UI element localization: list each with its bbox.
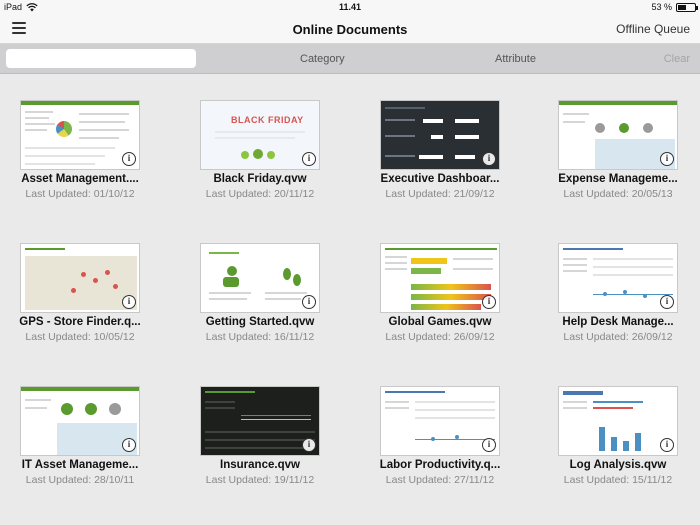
info-icon[interactable]: i xyxy=(482,438,496,452)
document-thumbnail[interactable]: i xyxy=(20,100,140,170)
document-title: Asset Management.... xyxy=(21,173,139,185)
clear-button[interactable]: Clear xyxy=(664,53,690,65)
info-icon[interactable]: i xyxy=(482,295,496,309)
status-bar: iPad 11.41 53 % xyxy=(0,0,700,16)
document-last-updated: Last Updated: 20/05/13 xyxy=(563,188,673,200)
document-thumbnail[interactable]: i xyxy=(380,243,500,313)
document-last-updated: Last Updated: 28/10/11 xyxy=(25,474,135,486)
document-last-updated: Last Updated: 21/09/12 xyxy=(385,188,495,200)
document-card[interactable]: i IT Asset Manageme... Last Updated: 28/… xyxy=(0,386,160,506)
black-friday-logo: BLACK FRIDAY xyxy=(231,115,304,125)
battery-icon xyxy=(676,2,698,12)
document-last-updated: Last Updated: 10/05/12 xyxy=(25,331,135,343)
document-thumbnail[interactable]: i xyxy=(200,243,320,313)
document-card[interactable]: BLACK FRIDAY i Black Friday.qvw Last Upd… xyxy=(180,100,340,220)
info-icon[interactable]: i xyxy=(122,295,136,309)
document-thumbnail[interactable]: BLACK FRIDAY i xyxy=(200,100,320,170)
document-card[interactable]: i Labor Productivity.q... Last Updated: … xyxy=(360,386,520,506)
document-card[interactable]: i Asset Management.... Last Updated: 01/… xyxy=(0,100,160,220)
document-thumbnail[interactable]: i xyxy=(200,386,320,456)
document-card[interactable]: i Help Desk Manage... Last Updated: 26/0… xyxy=(538,243,698,363)
info-icon[interactable]: i xyxy=(660,438,674,452)
document-card[interactable]: i Log Analysis.qvw Last Updated: 15/11/1… xyxy=(538,386,698,506)
document-last-updated: Last Updated: 27/11/12 xyxy=(385,474,495,486)
document-last-updated: Last Updated: 15/11/12 xyxy=(563,474,673,486)
info-icon[interactable]: i xyxy=(122,438,136,452)
document-last-updated: Last Updated: 19/11/12 xyxy=(205,474,315,486)
document-title: Getting Started.qvw xyxy=(205,316,315,328)
document-title: Expense Manageme... xyxy=(558,173,678,185)
info-icon[interactable]: i xyxy=(302,295,316,309)
info-icon[interactable]: i xyxy=(122,152,136,166)
document-title: Executive Dashboar... xyxy=(380,173,500,185)
document-last-updated: Last Updated: 01/10/12 xyxy=(25,188,135,200)
document-card[interactable]: i GPS - Store Finder.q... Last Updated: … xyxy=(0,243,160,363)
document-title: IT Asset Manageme... xyxy=(21,459,139,471)
menu-icon[interactable] xyxy=(12,22,26,36)
status-time: 11.41 xyxy=(338,2,362,12)
attribute-filter[interactable]: Attribute xyxy=(495,53,536,65)
offline-queue-button[interactable]: Offline Queue xyxy=(616,22,690,36)
document-card[interactable]: i Global Games.qvw Last Updated: 26/09/1… xyxy=(360,243,520,363)
document-card[interactable]: i Executive Dashboar... Last Updated: 21… xyxy=(360,100,520,220)
document-last-updated: Last Updated: 16/11/12 xyxy=(205,331,315,343)
document-title: Insurance.qvw xyxy=(220,459,300,471)
document-thumbnail[interactable]: i xyxy=(558,100,678,170)
document-title: Labor Productivity.q... xyxy=(379,459,501,471)
page-title: Online Documents xyxy=(292,22,408,37)
document-thumbnail[interactable]: i xyxy=(380,100,500,170)
document-title: GPS - Store Finder.q... xyxy=(19,316,141,328)
document-card[interactable]: i Insurance.qvw Last Updated: 19/11/12 xyxy=(180,386,340,506)
info-icon[interactable]: i xyxy=(660,295,674,309)
document-title: Black Friday.qvw xyxy=(213,173,307,185)
info-icon[interactable]: i xyxy=(482,152,496,166)
document-title: Help Desk Manage... xyxy=(562,316,674,328)
category-filter[interactable]: Category xyxy=(300,53,345,65)
document-card[interactable]: i Getting Started.qvw Last Updated: 16/1… xyxy=(180,243,340,363)
info-icon[interactable]: i xyxy=(302,438,316,452)
document-thumbnail[interactable]: i xyxy=(558,386,678,456)
document-last-updated: Last Updated: 26/09/12 xyxy=(563,331,673,343)
document-thumbnail[interactable]: i xyxy=(380,386,500,456)
document-title: Global Games.qvw xyxy=(388,316,492,328)
document-last-updated: Last Updated: 20/11/12 xyxy=(205,188,315,200)
document-title: Log Analysis.qvw xyxy=(569,459,667,471)
search-input[interactable] xyxy=(6,49,196,68)
document-thumbnail[interactable]: i xyxy=(20,386,140,456)
document-thumbnail[interactable]: i xyxy=(558,243,678,313)
battery-percent: 53 % xyxy=(651,2,672,12)
document-card[interactable]: i Expense Manageme... Last Updated: 20/0… xyxy=(538,100,698,220)
navigation-bar: Online Documents Offline Queue xyxy=(0,16,700,44)
document-last-updated: Last Updated: 26/09/12 xyxy=(385,331,495,343)
document-thumbnail[interactable]: i xyxy=(20,243,140,313)
info-icon[interactable]: i xyxy=(660,152,674,166)
info-icon[interactable]: i xyxy=(302,152,316,166)
filter-bar: Category Attribute Clear xyxy=(0,44,700,74)
